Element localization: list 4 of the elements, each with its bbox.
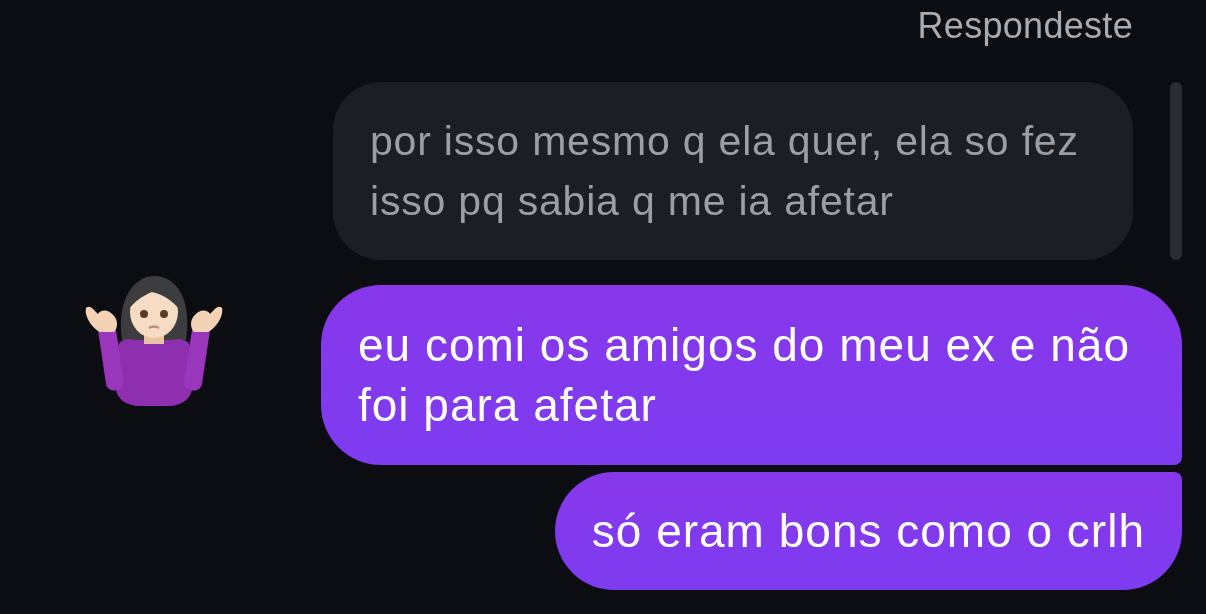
message-bubble: só eram bons como o crlh: [554, 472, 1182, 590]
message-bubble: eu comi os amigos do meu ex e não foi para afetar: [321, 285, 1182, 465]
replied-message: por isso mesmo q ela quer, ela so fez isso pq sabia q me ia afetar: [333, 82, 1133, 260]
reply-label: Respondeste: [917, 6, 1133, 46]
